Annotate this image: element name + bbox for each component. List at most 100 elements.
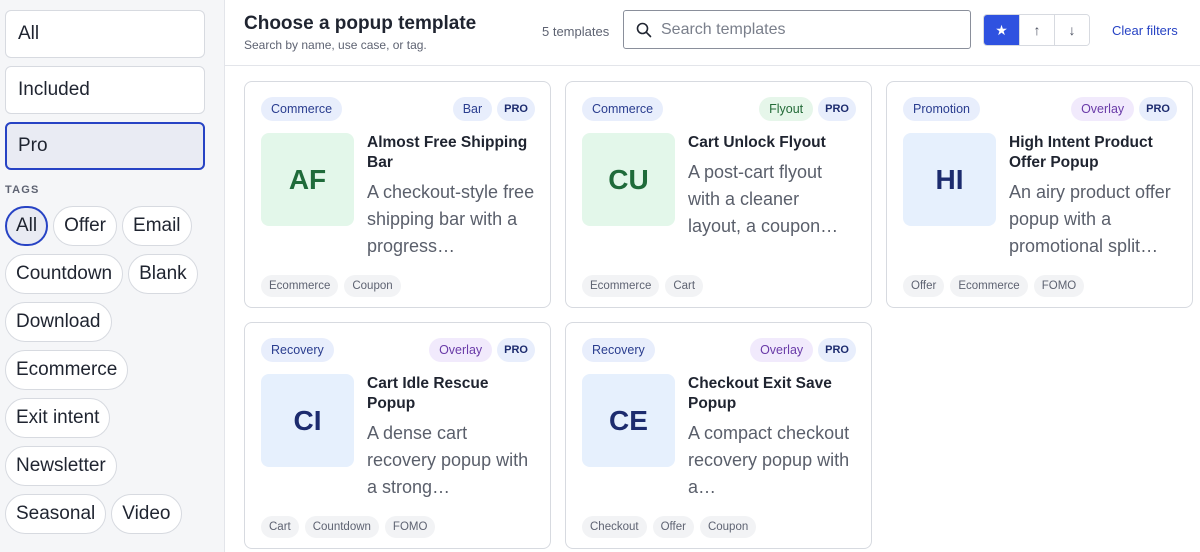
card-tag: FOMO	[1033, 275, 1085, 297]
type-badge: Overlay	[429, 338, 493, 362]
tag-chip[interactable]: Download	[5, 302, 112, 342]
card-title: High Intent Product Offer Popup	[1009, 134, 1153, 171]
tag-chip[interactable]: Newsletter	[5, 446, 117, 486]
card-title: Cart Unlock Flyout	[688, 134, 826, 151]
card-description: An airy product offer popup with a promo…	[1009, 182, 1171, 256]
card-tag: Coupon	[699, 516, 757, 538]
template-thumbnail: HI	[903, 133, 996, 226]
card-badges-right: Bar PRO	[452, 97, 535, 121]
tags-heading: TAGS	[5, 184, 40, 196]
card-body: CI Cart Idle Rescue Popup A dense cart rec…	[261, 374, 535, 501]
filter-all-button[interactable]: All	[5, 10, 205, 58]
card-text: High Intent Product Offer Popup An airy p…	[1009, 133, 1177, 260]
tag-chip[interactable]: Countdown	[5, 254, 124, 294]
arrow-up-icon: ↑	[1033, 22, 1041, 38]
template-thumbnail: AF	[261, 133, 354, 226]
card-tag: Cart	[261, 516, 299, 538]
card-title: Checkout Exit Save Popup	[688, 375, 832, 412]
template-picker: All Included Pro TAGS All Offer Email Countdo…	[0, 0, 1200, 552]
category-badge: Recovery	[261, 338, 334, 362]
card-tag: Countdown	[304, 516, 379, 538]
arrow-down-sort-button[interactable]: ↓	[1054, 15, 1089, 45]
card-tag: Ecommerce	[582, 275, 660, 297]
filter-included-button[interactable]: Included	[5, 66, 205, 114]
card-text: Cart Unlock Flyout A post-cart flyout wit…	[688, 133, 856, 240]
search-box[interactable]	[623, 10, 971, 49]
page-subtitle: Search by name, use case, or tag.	[244, 38, 427, 52]
search-icon	[636, 22, 652, 37]
arrow-down-icon: ↓	[1068, 22, 1076, 38]
card-text: Cart Idle Rescue Popup A dense cart recov…	[367, 374, 535, 501]
category-badge: Commerce	[261, 97, 343, 121]
card-tag: Ecommerce	[950, 275, 1028, 297]
card-tags: Cart Countdown FOMO	[261, 516, 436, 538]
template-thumbnail: CU	[582, 133, 675, 226]
category-badge: Recovery	[582, 338, 655, 362]
card-tag: Cart	[665, 275, 704, 297]
card-tag: Offer	[903, 275, 945, 297]
template-grid: Commerce Bar PRO AF Almost Free Shipping Bar…	[225, 66, 1200, 549]
pro-badge: PRO	[497, 338, 535, 362]
template-card[interactable]: Recovery Overlay PRO CI Cart Idle Rescue Pop…	[244, 322, 551, 549]
pro-badge: PRO	[818, 338, 856, 362]
card-tags: Offer Ecommerce FOMO	[903, 275, 1085, 297]
card-tag: FOMO	[384, 516, 436, 538]
star-sort-button[interactable]: ★	[984, 15, 1019, 45]
card-badges-right: Overlay PRO	[429, 338, 535, 362]
card-body: CE Checkout Exit Save Popup A compact chec…	[582, 374, 856, 501]
card-description: A dense cart recovery popup with a stron…	[367, 423, 529, 497]
star-icon: ★	[995, 21, 1008, 38]
pro-badge: PRO	[497, 97, 535, 121]
template-card[interactable]: Promotion Overlay PRO HI High Intent Product…	[886, 81, 1193, 308]
card-tags: Checkout Offer Coupon	[582, 516, 757, 538]
filter-list: All Included Pro	[5, 10, 224, 170]
sort-toggle-group: ★ ↑ ↓	[983, 14, 1090, 46]
card-badges-right: Overlay PRO	[750, 338, 856, 362]
category-badge: Promotion	[903, 97, 980, 121]
card-badges: Recovery Overlay PRO	[261, 338, 535, 362]
search-input[interactable]	[661, 20, 961, 39]
card-description: A checkout-style free shipping bar with …	[367, 182, 535, 256]
filter-pro-button[interactable]: Pro	[5, 122, 205, 170]
sidebar: All Included Pro TAGS All Offer Email Countdo…	[0, 0, 225, 552]
arrow-up-sort-button[interactable]: ↑	[1019, 15, 1054, 45]
tag-chip[interactable]: Seasonal	[5, 494, 107, 534]
template-thumbnail: CI	[261, 374, 354, 467]
template-thumbnail: CE	[582, 374, 675, 467]
main-panel: Choose a popup template Search by name, …	[225, 0, 1200, 552]
card-tag: Coupon	[344, 275, 401, 297]
card-badges-right: Flyout PRO	[759, 97, 856, 121]
card-body: HI High Intent Product Offer Popup An airy…	[903, 133, 1177, 260]
card-badges-right: Overlay PRO	[1071, 97, 1177, 121]
card-tag: Ecommerce	[261, 275, 339, 297]
tag-list: All Offer Email Countdown Blank Download Ecomm…	[5, 206, 220, 534]
card-tag: Checkout	[582, 516, 647, 538]
card-text: Checkout Exit Save Popup A compact checko…	[688, 374, 856, 501]
type-badge: Bar	[452, 97, 493, 121]
type-badge: Flyout	[759, 97, 814, 121]
tag-chip[interactable]: Video	[111, 494, 182, 534]
card-badges: Commerce Bar PRO	[261, 97, 535, 121]
tag-chip[interactable]: Exit intent	[5, 398, 111, 438]
pro-badge: PRO	[818, 97, 856, 121]
tag-chip[interactable]: Offer	[53, 206, 118, 246]
card-body: CU Cart Unlock Flyout A post-cart flyout w…	[582, 133, 856, 240]
pro-badge: PRO	[1139, 97, 1177, 121]
tag-chip[interactable]: Blank	[128, 254, 198, 294]
card-badges: Promotion Overlay PRO	[903, 97, 1177, 121]
type-badge: Overlay	[750, 338, 814, 362]
clear-filters-link[interactable]: Clear filters	[1112, 23, 1178, 38]
page-title: Choose a popup template	[244, 13, 477, 34]
tag-chip[interactable]: Ecommerce	[5, 350, 129, 390]
template-count: 5 templates	[542, 24, 610, 39]
card-text: Almost Free Shipping Bar A checkout-style…	[367, 133, 535, 260]
template-card[interactable]: Commerce Bar PRO AF Almost Free Shipping Bar…	[244, 81, 551, 308]
card-description: A compact checkout recovery popup with a…	[688, 423, 850, 497]
category-badge: Commerce	[582, 97, 664, 121]
card-description: A post-cart flyout with a cleaner layout…	[688, 162, 839, 236]
tag-chip[interactable]: Email	[122, 206, 192, 246]
header: Choose a popup template Search by name, …	[225, 0, 1200, 66]
tag-chip[interactable]: All	[5, 206, 49, 246]
template-card[interactable]: Recovery Overlay PRO CE Checkout Exit Save P…	[565, 322, 872, 549]
template-card[interactable]: Commerce Flyout PRO CU Cart Unlock Flyout A p…	[565, 81, 872, 308]
